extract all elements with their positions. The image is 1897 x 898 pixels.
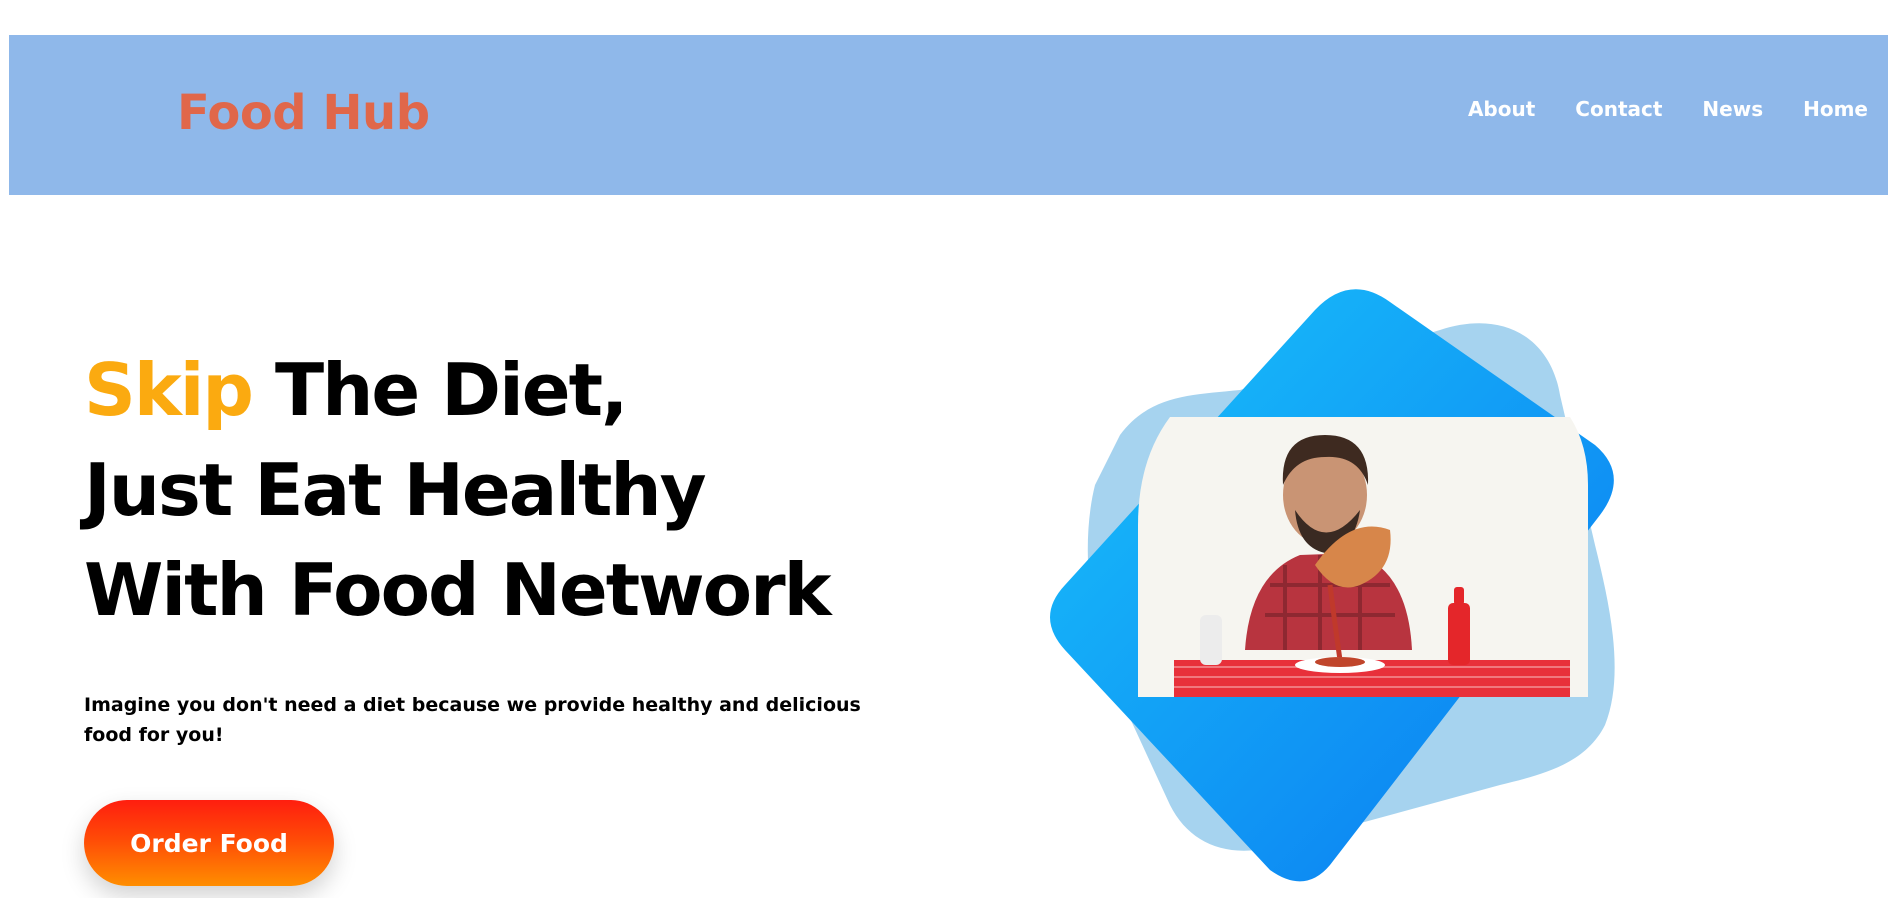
hero-headline: Skip The Diet, Just Eat Healthy With Foo… bbox=[84, 340, 832, 640]
nav-link-news[interactable]: News bbox=[1702, 99, 1763, 119]
hero-description: Imagine you don't need a diet because we… bbox=[84, 694, 861, 746]
nav-link-home[interactable]: Home bbox=[1803, 99, 1868, 119]
hero-blob-graphic bbox=[1050, 289, 1615, 882]
hero-headline-line1: The Diet, bbox=[251, 348, 628, 432]
hero-headline-accent: Skip bbox=[84, 348, 254, 432]
hero-illustration bbox=[1040, 285, 1660, 885]
site-header: Food Hub About Contact News Home bbox=[9, 35, 1888, 195]
nav-link-about[interactable]: About bbox=[1468, 99, 1535, 119]
main-nav: About Contact News Home bbox=[1468, 99, 1868, 119]
site-logo[interactable]: Food Hub bbox=[177, 89, 430, 137]
hero-headline-line3: With Food Network bbox=[84, 548, 832, 632]
food-photo bbox=[1138, 417, 1588, 697]
order-food-button[interactable]: Order Food bbox=[84, 800, 334, 886]
landing-page: Food Hub About Contact News Home Skip Th… bbox=[0, 0, 1897, 898]
hero-headline-line2: Just Eat Healthy bbox=[84, 448, 707, 532]
nav-link-contact[interactable]: Contact bbox=[1575, 99, 1662, 119]
